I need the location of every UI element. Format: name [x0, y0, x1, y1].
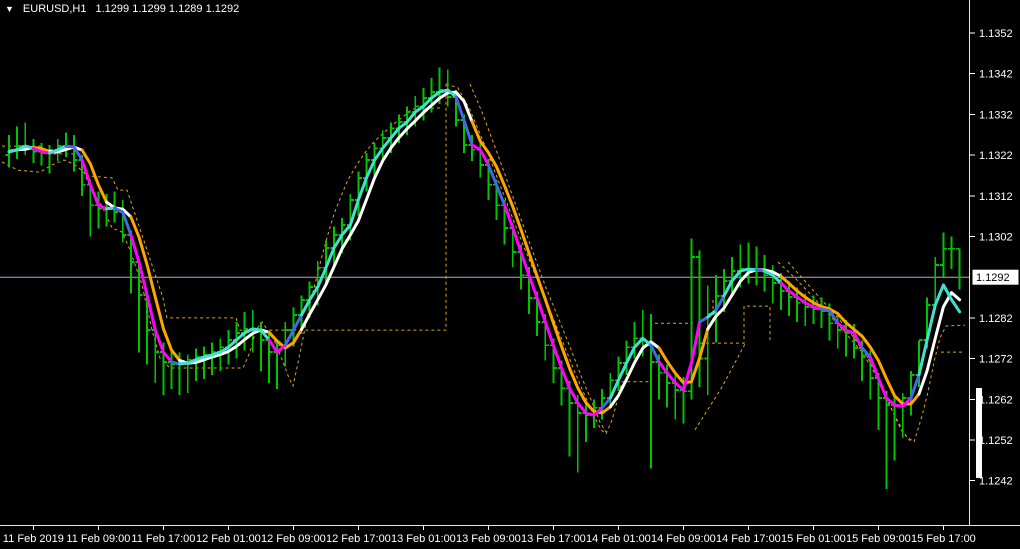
time-tick-label: 13 Feb 17:00: [521, 533, 586, 545]
time-tick-label: 11 Feb 2019: [3, 533, 64, 545]
price-tick-label: 1.1312: [979, 191, 1013, 203]
price-tick-label: 1.1252: [979, 435, 1013, 447]
price-tick-label: 1.1282: [979, 313, 1013, 325]
time-tick-label: 12 Feb 17:00: [326, 533, 391, 545]
time-tick-label: 14 Feb 17:00: [716, 533, 781, 545]
price-tick-label: 1.1302: [979, 232, 1013, 244]
ohlc-values-label: 1.1299 1.1299 1.1289 1.1292: [95, 3, 240, 15]
time-tick-label: 14 Feb 09:00: [651, 533, 716, 545]
symbol-timeframe-label: EURUSD,H1: [22, 3, 87, 15]
time-axis[interactable]: 11 Feb 2019 11 Feb 09:00 11 Feb 17:00 12 Fe…: [3, 526, 976, 545]
price-tick-label: 1.1352: [979, 28, 1013, 40]
price-tick-label: 1.1272: [979, 354, 1013, 366]
price-tick-label: 1.1242: [979, 476, 1013, 488]
time-tick-label: 11 Feb 17:00: [131, 533, 195, 545]
axis-borders: [0, 0, 1020, 526]
mt4-chart-window: 1.1352 1.1342 1.1332 1.1322 1.1312 1.1302 1.12…: [0, 0, 1020, 549]
price-tick-label: 1.1262: [979, 394, 1013, 406]
time-tick-label: 13 Feb 09:00: [456, 533, 521, 545]
time-tick-label: 12 Feb 01:00: [196, 533, 261, 545]
chart-title: ▼ EURUSD,H1 1.1299 1.1299 1.1289 1.1292: [5, 3, 239, 16]
price-scale-highlight: [976, 388, 982, 478]
price-axis[interactable]: 1.1352 1.1342 1.1332 1.1322 1.1312 1.1302 1.12…: [969, 28, 1013, 488]
time-tick-label: 15 Feb 17:00: [911, 533, 976, 545]
svg-text:1.1292: 1.1292: [976, 272, 1010, 284]
price-tick-label: 1.1342: [979, 69, 1013, 81]
chart-canvas[interactable]: 1.1352 1.1342 1.1332 1.1322 1.1312 1.1302 1.12…: [0, 0, 1020, 549]
price-tick-label: 1.1322: [979, 150, 1013, 162]
time-tick-label: 15 Feb 09:00: [846, 533, 911, 545]
ma-fast-line: [7, 88, 962, 417]
time-tick-label: 12 Feb 09:00: [261, 533, 326, 545]
time-tick-label: 14 Feb 01:00: [586, 533, 651, 545]
time-tick-label: 11 Feb 09:00: [66, 533, 130, 545]
price-tick-label: 1.1332: [979, 109, 1013, 121]
time-tick-label: 15 Feb 01:00: [781, 533, 846, 545]
bid-price-box: 1.1292: [972, 269, 1019, 285]
ma-slow-line: [7, 90, 962, 415]
symbol-marker-icon: ▼: [5, 4, 14, 14]
time-tick-label: 13 Feb 01:00: [391, 533, 456, 545]
